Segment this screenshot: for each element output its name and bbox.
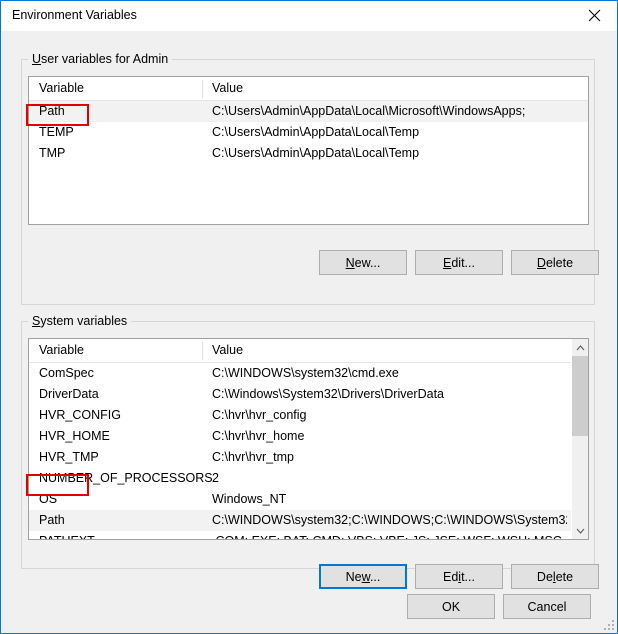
system-new-accel: w (361, 569, 370, 584)
user-legend-rest: ser variables for Admin (41, 52, 169, 66)
row-variable-name: TEMP (39, 125, 74, 139)
row-variable-value: .COM;.EXE;.BAT;.CMD;.VBS;.VBE;.JS;.JSE;.… (212, 531, 562, 539)
system-list-header: Variable Value (29, 339, 588, 363)
system-edit-button[interactable]: Edit... (415, 564, 503, 589)
user-new-accel: N (345, 255, 355, 270)
user-variables-legend: User variables for Admin (28, 52, 173, 66)
table-row[interactable]: PATHEXT .COM;.EXE;.BAT;.CMD;.VBS;.VBE;.JS… (29, 531, 588, 539)
system-edit-post: t... (461, 569, 475, 584)
system-edit-pre: Ed (443, 569, 459, 584)
user-variables-rows: Path C:\Users\Admin\AppData\Local\Microso… (29, 101, 588, 164)
user-new-post: ew... (354, 255, 381, 270)
user-list-header: Variable Value (29, 77, 588, 101)
row-variable-name: Path (39, 104, 65, 118)
chevron-up-icon[interactable] (572, 339, 588, 356)
table-row[interactable]: NUMBER_OF_PROCESSORS 2 (29, 468, 588, 489)
window-title: Environment Variables (12, 8, 137, 22)
row-variable-value: C:\Users\Admin\AppData\Local\Temp (212, 146, 420, 160)
row-variable-value: C:\WINDOWS\system32\cmd.exe (212, 366, 399, 380)
table-row[interactable]: DriverData C:\Windows\System32\Drivers\Dr… (29, 384, 588, 405)
table-row[interactable]: TMP C:\Users\Admin\AppData\Local\Temp (29, 143, 588, 164)
user-delete-button[interactable]: Delete (511, 250, 599, 275)
table-row[interactable]: HVR_HOME C:\hvr\hvr_home (29, 426, 588, 447)
user-delete-post: elete (545, 255, 574, 270)
row-variable-value: C:\Users\Admin\AppData\Local\Microsoft\W… (212, 104, 526, 118)
user-header-value[interactable]: Value (212, 81, 243, 95)
chevron-down-icon[interactable] (572, 522, 588, 539)
table-row[interactable]: Path C:\WINDOWS\system32;C:\WINDOWS;C:\WI… (29, 510, 588, 531)
row-variable-name: PATHEXT (39, 531, 95, 539)
user-edit-post: dit... (451, 255, 475, 270)
user-variables-listview[interactable]: Variable Value Path C:\Users\Admin\AppDat… (28, 76, 589, 225)
row-variable-value: C:\Users\Admin\AppData\Local\Temp (212, 125, 420, 139)
system-variables-rows: ComSpec C:\WINDOWS\system32\cmd.exe Driver… (29, 363, 588, 539)
system-legend-rest: ystem variables (40, 314, 128, 328)
row-variable-value: C:\hvr\hvr_tmp (212, 450, 294, 464)
row-variable-name: ComSpec (39, 366, 94, 380)
system-header-value[interactable]: Value (212, 343, 243, 357)
row-variable-value: C:\hvr\hvr_config (212, 408, 307, 422)
system-delete-post: ete (555, 569, 574, 584)
system-header-variable[interactable]: Variable (39, 343, 84, 357)
system-delete-button[interactable]: Delete (511, 564, 599, 589)
row-variable-name: HVR_TMP (39, 450, 99, 464)
environment-variables-dialog: Environment Variables User variables for… (0, 0, 618, 634)
system-new-button[interactable]: New... (319, 564, 407, 589)
user-variables-group: User variables for Admin Variable Value … (21, 52, 599, 305)
table-row[interactable]: TEMP C:\Users\Admin\AppData\Local\Temp (29, 122, 588, 143)
row-variable-name: HVR_HOME (39, 429, 110, 443)
cancel-button[interactable]: Cancel (503, 594, 591, 619)
system-variables-listview[interactable]: Variable Value ComSpec C:\WINDOWS\system3… (28, 338, 589, 540)
row-variable-name: HVR_CONFIG (39, 408, 121, 422)
system-new-post: ... (369, 569, 381, 584)
system-variables-legend: System variables (28, 314, 132, 328)
user-new-button[interactable]: New... (319, 250, 407, 275)
row-variable-value: C:\WINDOWS\system32;C:\WINDOWS;C:\WINDOW… (212, 513, 567, 527)
row-variable-value: C:\hvr\hvr_home (212, 429, 305, 443)
table-row[interactable]: HVR_CONFIG C:\hvr\hvr_config (29, 405, 588, 426)
table-row[interactable]: Path C:\Users\Admin\AppData\Local\Microso… (29, 101, 588, 122)
table-row[interactable]: ComSpec C:\WINDOWS\system32\cmd.exe (29, 363, 588, 384)
user-header-variable[interactable]: Variable (39, 81, 84, 95)
user-delete-accel: D (536, 255, 546, 270)
ok-button-label: OK (441, 599, 461, 614)
system-variables-group: System variables Variable Value ComSpec C… (21, 314, 599, 589)
row-variable-value: 2 (212, 471, 219, 485)
ok-button[interactable]: OK (407, 594, 495, 619)
table-row[interactable]: HVR_TMP C:\hvr\hvr_tmp (29, 447, 588, 468)
row-variable-name: TMP (39, 146, 66, 160)
system-new-pre: Ne (345, 569, 362, 584)
row-variable-name: NUMBER_OF_PROCESSORS (39, 471, 213, 485)
row-variable-value: C:\Windows\System32\Drivers\DriverData (212, 387, 444, 401)
table-row[interactable]: OS Windows_NT (29, 489, 588, 510)
scrollbar-thumb[interactable] (572, 356, 588, 436)
system-list-scrollbar[interactable] (571, 339, 588, 539)
close-icon[interactable] (571, 1, 617, 30)
system-delete-pre: De (536, 569, 553, 584)
dialog-client-area: User variables for Admin Variable Value … (1, 31, 617, 633)
title-bar: Environment Variables (1, 1, 617, 31)
system-header-divider[interactable] (202, 342, 203, 360)
row-variable-name: OS (39, 492, 58, 506)
row-variable-name: Path (39, 513, 65, 527)
user-header-divider[interactable] (202, 80, 203, 98)
user-edit-button[interactable]: Edit... (415, 250, 503, 275)
row-variable-value: Windows_NT (212, 492, 287, 506)
row-variable-name: DriverData (39, 387, 99, 401)
resize-grip-icon[interactable] (602, 618, 614, 630)
cancel-button-label: Cancel (527, 599, 567, 614)
user-legend-accel: U (32, 52, 42, 66)
